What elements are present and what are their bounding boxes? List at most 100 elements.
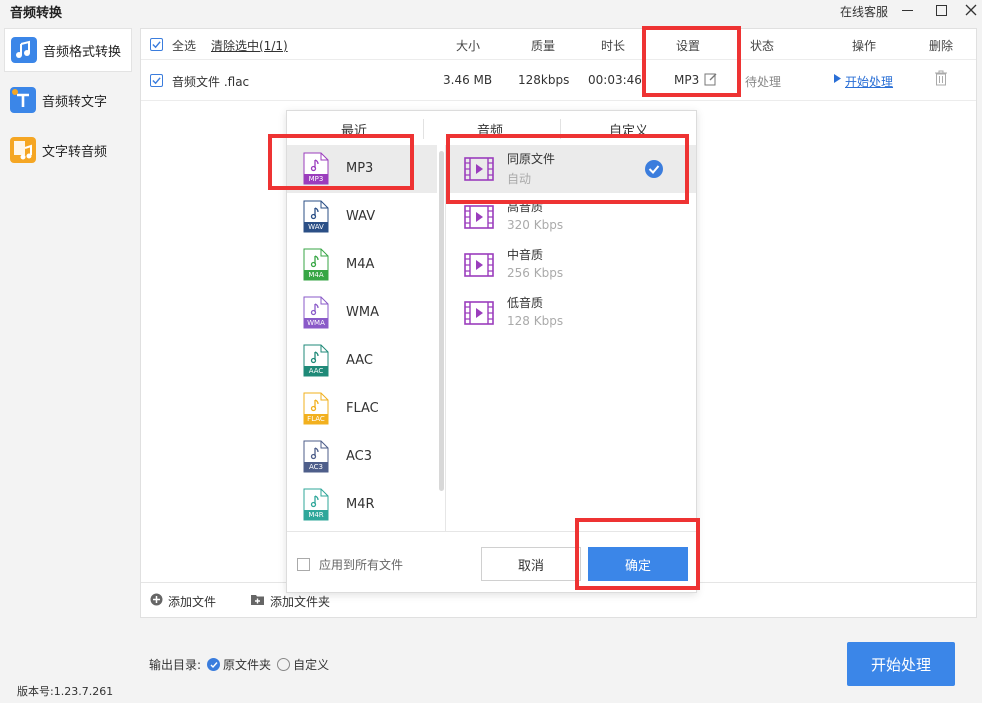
tab-custom[interactable]: 自定义: [609, 120, 648, 139]
format-name: MP3: [346, 161, 374, 176]
audio-file-icon: M4A: [303, 248, 329, 281]
format-list-scrollbar[interactable]: [439, 151, 444, 491]
quality-subtitle: 自动: [507, 172, 532, 186]
format-popup: 最近 音频 自定义 MP3 MP3 WAV WAV M4A M4A WMA WMA AAC AAC…: [286, 110, 697, 593]
quality-list: 同原文件 自动高音质 320 Kbps 中音质 256 Kbps 低音质 128 Kbps: [446, 145, 696, 531]
format-name: AAC: [346, 353, 373, 368]
sidebar-item-audio-format[interactable]: 音频格式转换: [4, 28, 132, 72]
play-icon: [833, 73, 842, 87]
add-folder-button[interactable]: 添加文件夹: [270, 593, 330, 610]
select-all-label[interactable]: 全选: [172, 37, 196, 54]
quality-title: 高音质: [507, 200, 544, 214]
close-icon[interactable]: [960, 0, 982, 20]
video-film-icon: [464, 301, 494, 325]
quality-title: 中音质: [507, 248, 544, 262]
version-label: 版本号:1.23.7.261: [17, 685, 114, 698]
quality-subtitle: 128 Kbps: [507, 314, 564, 328]
format-name: AC3: [346, 449, 373, 464]
format-badge-text: AC3: [308, 463, 323, 471]
maximize-icon[interactable]: [930, 0, 952, 20]
add-circle-icon: [150, 593, 163, 609]
sidebar-item-label: 音频转文字: [42, 94, 108, 110]
radio-original-folder[interactable]: [207, 658, 221, 671]
format-option-m4r[interactable]: M4R M4R: [287, 481, 437, 529]
format-option-mp3[interactable]: MP3 MP3: [287, 145, 437, 193]
apply-all-option[interactable]: 应用到所有文件: [297, 556, 403, 573]
header-size: 大小: [456, 39, 481, 53]
video-film-icon: [464, 205, 494, 229]
format-badge-text: MP3: [308, 175, 324, 183]
confirm-button[interactable]: 确定: [588, 547, 688, 581]
custom-folder-label[interactable]: 自定义: [293, 656, 329, 673]
radio-custom-folder[interactable]: [277, 658, 291, 671]
row-checkbox[interactable]: [150, 74, 163, 87]
output-label: 输出目录:: [149, 658, 202, 672]
audio-file-icon: M4R: [303, 488, 329, 521]
format-name: WAV: [346, 209, 376, 224]
quality-subtitle: 320 Kbps: [507, 218, 564, 232]
audio-file-icon: WAV: [303, 200, 329, 233]
audio-file-icon: FLAC: [303, 392, 329, 425]
tab-divider: [560, 119, 561, 139]
quality-option[interactable]: 同原文件 自动: [446, 145, 696, 193]
format-tabs: 最近 音频 自定义: [287, 111, 696, 145]
file-name: 音频文件 .flac: [172, 75, 250, 89]
format-option-aac[interactable]: AAC AAC: [287, 337, 437, 385]
minimize-icon[interactable]: [896, 0, 918, 20]
table-row[interactable]: 音频文件 .flac 3.46 MB 128kbps 00:03:46 MP3 …: [141, 61, 976, 101]
tab-divider: [423, 119, 424, 139]
sidebar-item-label: 音频格式转换: [43, 44, 122, 60]
title-bar: 音频转换 在线客服: [0, 0, 982, 22]
format-name: WMA: [346, 305, 379, 320]
doc-to-audio-icon: [10, 137, 36, 163]
header-status: 状态: [750, 39, 775, 53]
video-film-icon: [464, 253, 494, 277]
output-directory: 输出目录: 原文件夹 自定义: [149, 656, 329, 673]
edit-icon[interactable]: [704, 72, 718, 89]
add-file-button[interactable]: 添加文件: [168, 593, 216, 610]
sidebar: 音频格式转换 音频转文字 文字转音频 版本号:1.23.7.261: [0, 22, 136, 703]
quality-option[interactable]: 中音质 256 Kbps: [446, 241, 696, 289]
audio-file-icon: AC3: [303, 440, 329, 473]
tab-recent[interactable]: 最近: [341, 120, 367, 139]
clear-selected-link[interactable]: 清除选中(1/1): [211, 37, 288, 54]
sidebar-item-text-to-audio[interactable]: 文字转音频: [4, 128, 132, 172]
file-duration: 00:03:46: [588, 73, 642, 87]
format-option-flac[interactable]: FLAC FLAC: [287, 385, 437, 433]
sidebar-item-label: 文字转音频: [42, 144, 108, 160]
online-service-link[interactable]: 在线客服: [840, 3, 888, 20]
header-action: 操作: [852, 39, 877, 53]
trash-icon[interactable]: [933, 69, 949, 90]
format-option-ac3[interactable]: AC3 AC3: [287, 433, 437, 481]
apply-all-label[interactable]: 应用到所有文件: [319, 556, 403, 573]
format-option-wav[interactable]: WAV WAV: [287, 193, 437, 241]
header-settings: 设置: [676, 39, 701, 53]
file-size: 3.46 MB: [443, 73, 493, 87]
format-name: M4R: [346, 497, 375, 512]
video-film-icon: [464, 157, 494, 181]
apply-all-checkbox[interactable]: [297, 558, 310, 571]
quality-option[interactable]: 低音质 128 Kbps: [446, 289, 696, 337]
format-list: MP3 MP3 WAV WAV M4A M4A WMA WMA AAC AAC FLAC FLAC AC…: [287, 145, 445, 531]
format-setting[interactable]: MP3: [674, 73, 699, 87]
header-duration: 时长: [601, 39, 626, 53]
format-name: M4A: [346, 257, 375, 272]
format-badge-text: WMA: [307, 319, 325, 327]
quality-option[interactable]: 高音质 320 Kbps: [446, 193, 696, 241]
sidebar-item-audio-to-text[interactable]: 音频转文字: [4, 78, 132, 122]
quality-subtitle: 256 Kbps: [507, 266, 564, 280]
start-process-link[interactable]: 开始处理: [845, 73, 893, 90]
status-text: 待处理: [745, 75, 782, 89]
music-note-icon: [11, 37, 37, 63]
tab-audio[interactable]: 音频: [477, 120, 503, 139]
format-badge-text: WAV: [308, 223, 324, 231]
start-processing-button[interactable]: 开始处理: [847, 642, 955, 686]
select-all-checkbox[interactable]: [150, 38, 163, 51]
format-option-m4a[interactable]: M4A M4A: [287, 241, 437, 289]
format-badge-text: M4R: [308, 511, 324, 519]
quality-title: 低音质: [507, 296, 544, 310]
app-title: 音频转换: [10, 6, 63, 21]
cancel-button[interactable]: 取消: [481, 547, 581, 581]
original-folder-label[interactable]: 原文件夹: [223, 656, 271, 673]
format-option-wma[interactable]: WMA WMA: [287, 289, 437, 337]
